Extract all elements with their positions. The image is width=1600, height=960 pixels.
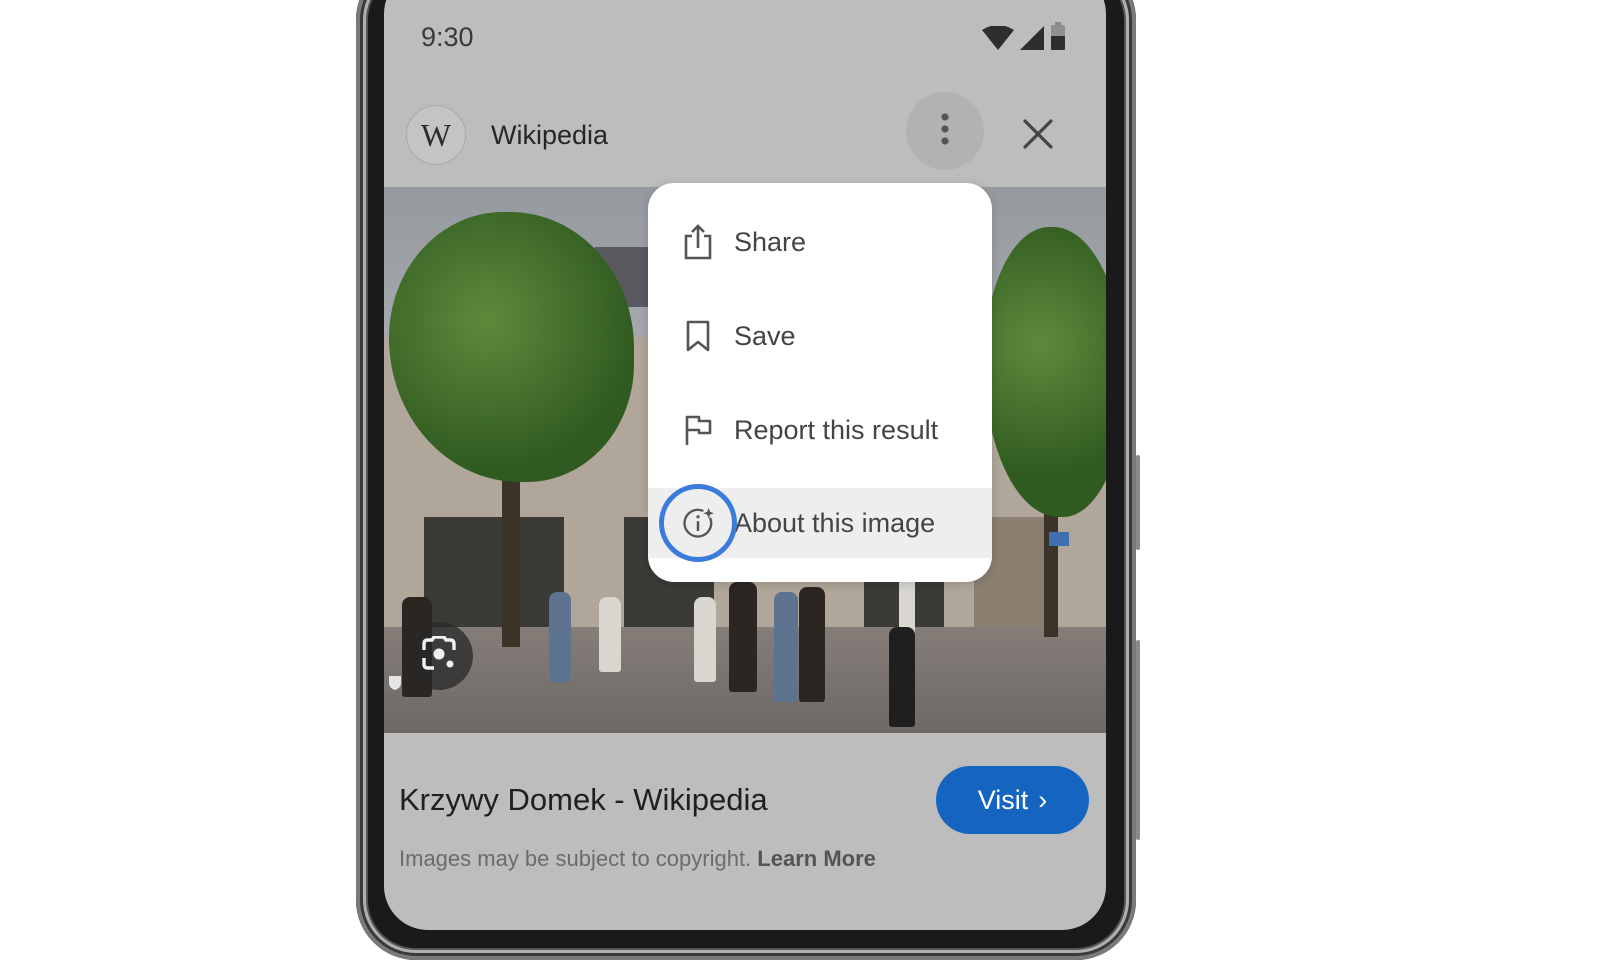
copyright-notice: Images may be subject to copyright. Lear… [399, 846, 876, 872]
menu-item-about-this-image[interactable]: About this image [648, 488, 992, 558]
photo-person [729, 582, 757, 692]
volume-button [1136, 455, 1140, 550]
chevron-right-icon: › [1038, 784, 1048, 815]
wikipedia-logo[interactable]: W [406, 105, 466, 165]
wifi-icon [982, 25, 1014, 55]
battery-icon [1050, 22, 1066, 55]
menu-item-label: About this image [734, 507, 936, 538]
menu-item-label: Report this result [734, 414, 939, 445]
google-lens-button[interactable] [405, 622, 473, 690]
bookmark-icon [682, 320, 714, 352]
share-icon [682, 224, 714, 260]
photo-person [774, 592, 798, 702]
site-name[interactable]: Wikipedia [491, 120, 608, 151]
menu-item-report[interactable]: Report this result [648, 395, 992, 465]
learn-more-link[interactable]: Learn More [757, 846, 876, 871]
menu-item-share[interactable]: Share [648, 207, 992, 277]
photo-sign [1049, 532, 1069, 546]
close-button[interactable] [1020, 118, 1056, 154]
result-title[interactable]: Krzywy Domek - Wikipedia [399, 782, 768, 818]
status-icons [982, 22, 1066, 55]
photo-person [799, 587, 825, 702]
more-options-button[interactable] [906, 92, 984, 170]
menu-item-label: Share [734, 226, 807, 257]
status-time: 9:30 [421, 22, 474, 52]
photo-person [694, 597, 716, 682]
copyright-text: Images may be subject to copyright. [399, 846, 752, 871]
photo-person [599, 597, 621, 672]
photo-street-lamp [889, 627, 915, 727]
overflow-menu: Share Save Report this result About this… [648, 183, 992, 582]
cellular-signal-icon [1020, 26, 1044, 55]
menu-item-label: Save [734, 320, 796, 351]
photo-person [549, 592, 571, 682]
menu-item-save[interactable]: Save [648, 301, 992, 371]
flag-icon [682, 414, 714, 446]
visit-label: Visit [977, 784, 1029, 815]
close-icon [1023, 118, 1053, 154]
watermark-icon [388, 675, 402, 691]
visit-button[interactable]: Visit › [936, 766, 1089, 834]
power-button [1136, 640, 1140, 840]
info-sparkle-icon [682, 507, 714, 539]
google-lens-icon [420, 634, 458, 677]
more-vert-icon [940, 112, 950, 151]
